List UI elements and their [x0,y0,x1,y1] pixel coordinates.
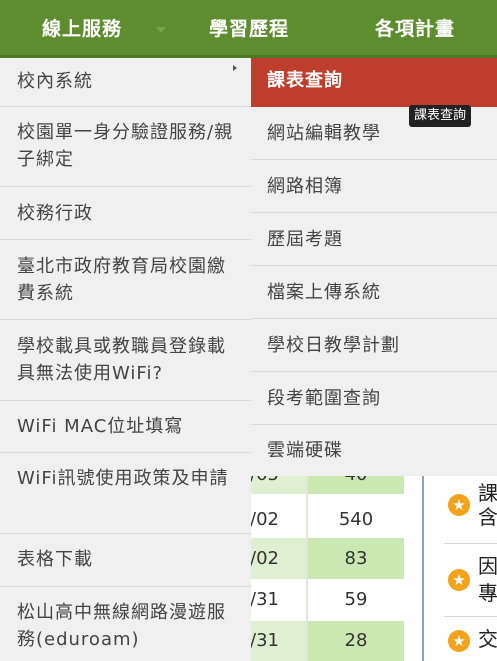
menu-item-label: 學校載具或教職員登錄載具無法使用WiFi? [17,336,226,384]
background-announcement-list: ★ 課 含 ★ 因 專 ★ 交 [422,468,497,661]
submenu-item-file-upload[interactable]: 檔案上傳系統 [251,266,497,319]
menu-item-label: WiFi訊號使用政策及申請 [17,468,229,489]
submenu-item-label: 雲端硬碟 [267,440,343,461]
list-item-text: 交 [478,627,497,651]
table-cell-count: 83 [306,538,404,579]
star-icon: ★ [448,630,470,652]
submenu-item-label: 檔案上傳系統 [267,282,381,303]
chevron-right-icon [233,65,237,71]
menu-item-label: WiFi MAC位址填寫 [17,416,184,437]
star-icon: ★ [448,494,470,516]
menu-item-payment-system[interactable]: 臺北市政府教育局校園繳費系統 [0,240,251,320]
menu-item-label: 校園單一身分驗證服務/親子綁定 [17,122,234,170]
menu-item-label: 松山高中無線網路漫遊服務(eduroam) [17,602,226,650]
table-cell-date: /31 [250,621,306,661]
submenu-item-label: 段考範圍查詢 [267,388,381,409]
top-navigation-bar: 線上服務 學習歷程 各項計畫 [0,0,497,58]
submenu-item-label: 課表查詢 [267,70,343,91]
menu-item-wifi-policy[interactable]: WiFi訊號使用政策及申請 [0,453,251,534]
tooltip: 課表查詢 [409,105,472,127]
submenu-item-cloud-drive[interactable]: 雲端硬碟 [251,425,497,476]
menu-item-eduroam[interactable]: 松山高中無線網路漫遊服務(eduroam) [0,587,251,661]
submenu-item-past-exams[interactable]: 歷屆考題 [251,213,497,266]
menu-item-campus-systems[interactable]: 校內系統 [0,58,251,107]
submenu-item-exam-scope[interactable]: 段考範圍查詢 [251,372,497,425]
list-item-text: 含 [478,505,497,529]
menu-item-label: 校務行政 [17,203,93,224]
table-cell-date: /31 [250,579,306,621]
menu-item-wifi-help[interactable]: 學校載具或教職員登錄載具無法使用WiFi? [0,320,251,401]
divider [444,616,497,617]
submenu-item-school-day-plan[interactable]: 學校日教學計劃 [251,319,497,372]
menu-item-sso-service[interactable]: 校園單一身分驗證服務/親子綁定 [0,107,251,187]
list-item-text: 因 [478,554,497,578]
submenu-item-label: 學校日教學計劃 [267,335,400,356]
menu-item-label: 表格下載 [17,549,93,570]
submenu-item-label: 網站編輯教學 [267,123,381,144]
table-cell-count: 59 [306,579,404,621]
menu-item-form-downloads[interactable]: 表格下載 [0,534,251,587]
submenu-item-photo-album[interactable]: 網路相簿 [251,160,497,213]
table-cell-date: /02 [250,538,306,579]
star-icon: ★ [448,569,470,591]
menu-item-label: 臺北市政府教育局校園繳費系統 [17,256,226,304]
nav-item-projects[interactable]: 各項計畫 [375,0,455,58]
submenu-item-label: 歷屆考題 [267,229,343,250]
dropdown-menu-primary: 校內系統 校園單一身分驗證服務/親子綁定 校務行政 臺北市政府教育局校園繳費系統… [0,58,251,661]
divider [444,543,497,544]
nav-item-online-services[interactable]: 線上服務 [42,0,122,58]
list-item-text: 專 [478,581,497,605]
table-row: /02 83 [250,538,405,579]
submenu-item-label: 網路相簿 [267,176,343,197]
list-item-text: 課 [478,481,497,505]
chevron-down-icon [156,27,166,33]
table-cell-count: 28 [306,621,404,661]
menu-item-wifi-mac[interactable]: WiFi MAC位址填寫 [0,401,251,453]
submenu-item-timetable[interactable]: 課表查詢 [251,58,497,107]
table-row: /31 59 [250,579,405,621]
table-row: /31 28 [250,621,405,661]
menu-item-label: 校內系統 [17,71,93,92]
nav-item-learning-portfolio[interactable]: 學習歷程 [209,0,289,58]
menu-item-school-admin[interactable]: 校務行政 [0,187,251,240]
